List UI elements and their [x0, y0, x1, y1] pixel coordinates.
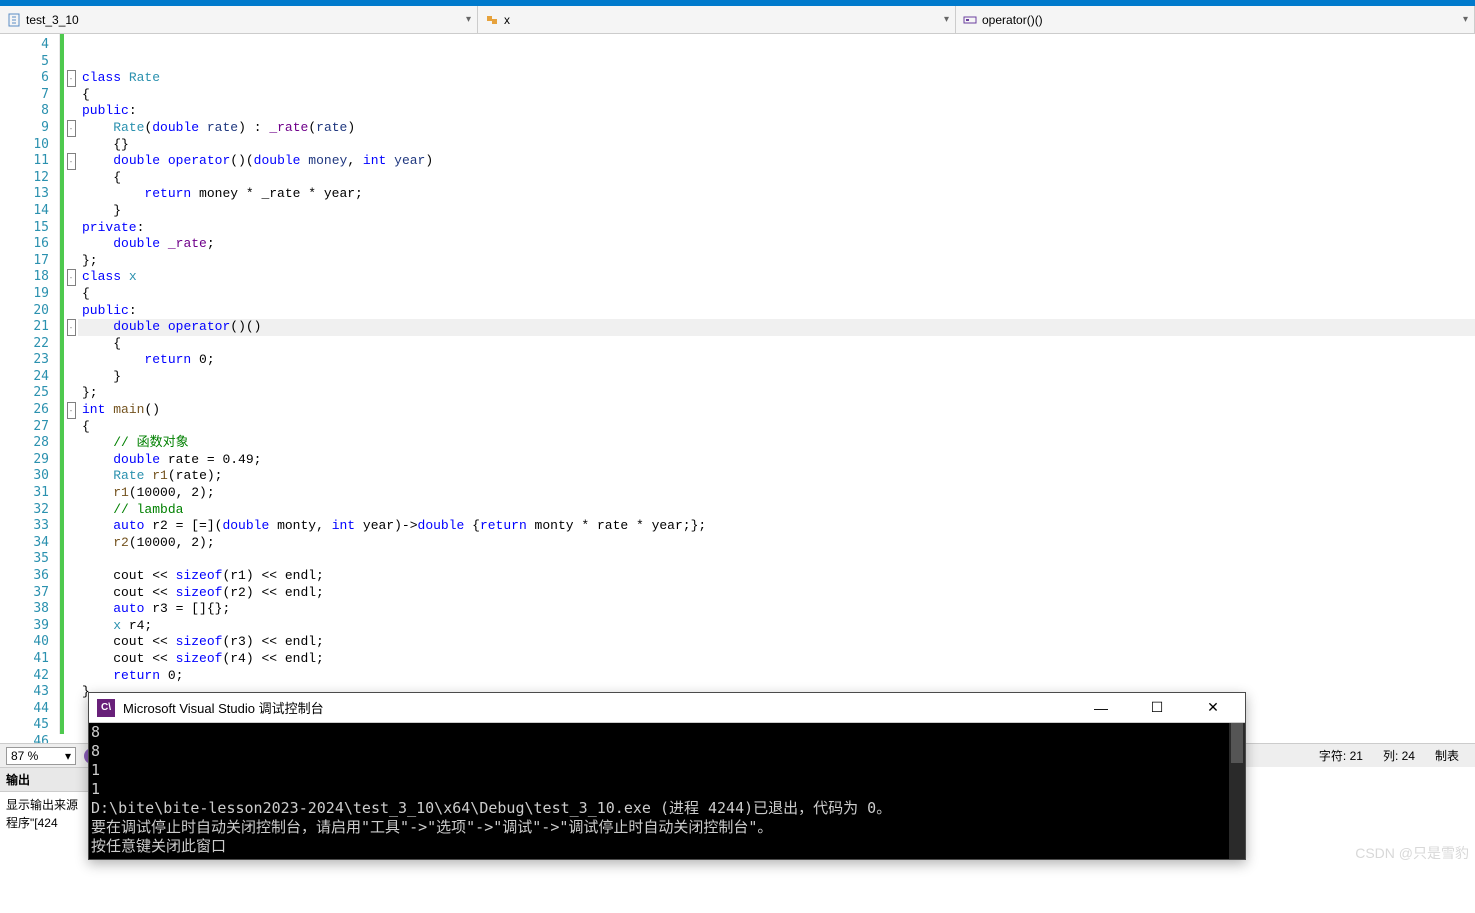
minimize-button[interactable]: —	[1085, 696, 1117, 720]
output-body: 显示输出来源 程序"[424	[0, 792, 88, 836]
fold-column: ------	[64, 34, 78, 734]
chevron-down-icon: ▾	[65, 749, 71, 763]
class-icon	[484, 12, 500, 28]
output-panel: 输出 显示输出来源 程序"[424	[0, 767, 88, 913]
console-output[interactable]: 8811D:\bite\bite-lesson2023-2024\test_3_…	[89, 723, 1245, 859]
code-content[interactable]: class Rate{public: Rate(double rate) : _…	[78, 34, 1475, 734]
console-title-text: Microsoft Visual Studio 调试控制台	[123, 698, 324, 717]
member-dropdown[interactable]: operator()() ▾	[956, 6, 1475, 33]
chevron-down-icon: ▾	[466, 14, 471, 25]
close-button[interactable]: ✕	[1197, 696, 1229, 720]
watermark: CSDN @只是雪豹	[1355, 843, 1469, 863]
console-titlebar[interactable]: C\ Microsoft Visual Studio 调试控制台 — ☐ ✕	[89, 693, 1245, 723]
scope-text: test_3_10	[26, 13, 79, 27]
debug-console-window: C\ Microsoft Visual Studio 调试控制台 — ☐ ✕ 8…	[88, 692, 1246, 860]
chevron-down-icon: ▾	[944, 14, 949, 25]
output-line: 显示输出来源	[6, 796, 82, 814]
console-scrollbar[interactable]	[1229, 723, 1245, 859]
navigation-bar: test_3_10 ▾ x ▾ operator()() ▾	[0, 6, 1475, 34]
file-icon	[6, 12, 22, 28]
class-dropdown[interactable]: x ▾	[478, 6, 956, 33]
member-text: operator()()	[982, 13, 1043, 27]
scrollbar-thumb[interactable]	[1231, 723, 1243, 763]
code-editor[interactable]: 4567891011121314151617181920212223242526…	[0, 34, 1475, 734]
scope-dropdown[interactable]: test_3_10 ▾	[0, 6, 478, 33]
cursor-position: 字符: 21 列: 24 制表	[1319, 747, 1469, 764]
output-title: 输出	[0, 768, 88, 792]
zoom-value: 87 %	[11, 749, 38, 763]
zoom-dropdown[interactable]: 87 % ▾	[6, 747, 76, 765]
method-icon	[962, 12, 978, 28]
chevron-down-icon: ▾	[1463, 14, 1468, 25]
line-number-gutter: 4567891011121314151617181920212223242526…	[0, 34, 60, 734]
output-line: 程序"[424	[6, 814, 82, 832]
vs-icon: C\	[97, 699, 115, 717]
class-text: x	[504, 13, 510, 27]
maximize-button[interactable]: ☐	[1141, 696, 1173, 720]
